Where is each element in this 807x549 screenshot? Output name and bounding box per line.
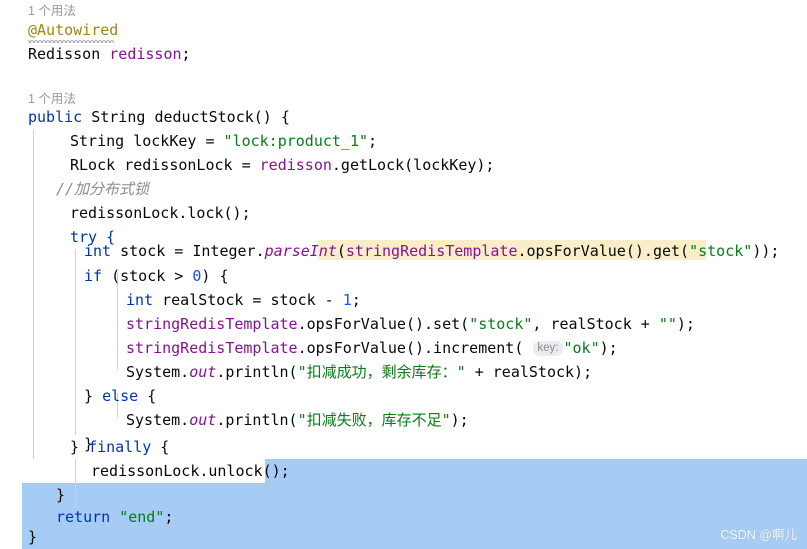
else-keyword: else [102,387,139,405]
selection-highlight-partial-line [265,459,807,483]
set-stock-line: stringRedisTemplate.opsForValue().set("s… [126,312,695,336]
finally-close-brace: } [70,438,89,456]
method-open-brace: { [280,108,290,126]
int-keyword-stock: int [84,242,112,260]
lockkey-equals: = [205,132,215,150]
method-signature-line: public String deductStock() { [28,105,290,129]
close-method-brace-line: } [28,528,38,546]
println-fail-tail: ); [450,411,469,429]
rlock-type: RLock [70,156,116,174]
opsforvalue-get-call: .opsForValue().get( [517,242,690,260]
field-semicolon: ; [181,45,191,63]
increment-line: stringRedisTemplate.opsForValue().increm… [126,336,618,360]
empty-string-literal: "" [658,315,677,333]
lock-comment-line: //加分布式锁 [56,180,150,198]
indent-guide-level-2b [75,459,76,507]
if-condition-post: ) { [201,267,229,285]
csdn-watermark: CSDN @啊儿 [720,528,797,542]
increment-line-end: ); [599,339,618,357]
opsforvalue-set-call: .opsForValue().set( [297,315,470,333]
method-params: () [253,108,272,126]
success-message-string: "扣减成功，剩余库存：" [297,363,466,381]
println-call-2: .println( [216,411,298,429]
stringredistemplate-field-2: stringRedisTemplate [126,315,298,333]
println-success-line: System.out.println("扣减成功，剩余库存：" + realSt… [126,360,592,384]
rlock-name: redissonLock [124,156,233,174]
warning-squiggle-underline [28,40,114,43]
stringredistemplate-field-3: stringRedisTemplate [126,339,298,357]
annotation-line: @Autowired [28,18,118,42]
get-close-paren: ) [752,242,762,260]
stock-line-tail: ); [761,242,780,260]
return-type: String [91,108,146,126]
system-prefix-2: System. [126,411,190,429]
realstock-semicolon: ; [351,291,361,309]
lockkey-value-string: "lock:product_1" [223,132,369,150]
indent-guide-level-2 [75,249,76,435]
finally-line: } finally { [70,435,169,459]
return-keyword: return [56,508,111,526]
lock-call-line: redissonLock.lock(); [70,204,251,222]
modifier-keyword: public [28,108,83,126]
system-out-field-2: out [189,411,217,429]
println-fail-line: System.out.println("扣减失败，库存不足"); [126,408,469,432]
field-type: Redisson [28,45,101,63]
rlock-declaration-line: RLock redissonLock = redisson.getLock(lo… [70,153,494,177]
println-call-1: .println( [216,363,298,381]
rlock-equals: = [241,156,251,174]
realstock-expression: realStock = stock - [153,291,343,309]
indent-guide-level-1 [33,129,34,459]
set-line-end: ); [676,315,695,333]
lockkey-type: String [70,132,125,150]
stock-parse-line: int stock = Integer.parseInt(stringRedis… [84,240,779,264]
system-out-field-1: out [189,363,217,381]
return-statement-line: return "end"; [56,505,173,529]
parseint-open-paren: ( [336,242,346,260]
close-finally-brace-line: } [56,486,66,504]
autowired-annotation[interactable]: @Autowired [28,21,118,39]
return-semicolon: ; [164,508,174,526]
else-line: } else { [84,384,156,408]
int-keyword-realstock: int [126,291,154,309]
getlock-call: .getLock(lockKey); [331,156,495,174]
system-prefix-1: System. [126,363,190,381]
stock-key-string-2: "stock" [469,315,533,333]
inline-parameter-hint-key[interactable]: key: [533,341,563,356]
stringredistemplate-field-1: stringRedisTemplate [345,242,518,260]
lockkey-name: lockKey [133,132,197,150]
method-name: deductStock [154,108,254,126]
end-string-literal: "end" [110,508,165,526]
if-condition-pre: (stock > [102,267,193,285]
stock-assign: stock = Integer. [120,242,265,260]
finally-keyword: finally [88,438,152,456]
field-name: redisson [109,45,182,63]
redisson-field-ref: redisson [259,156,332,174]
set-args-mid: , realStock + [532,315,659,333]
code-editor[interactable]: 1 个用法 @Autowired Redisson redisson; 1 个用… [0,0,807,549]
else-close-brace: } [84,387,103,405]
if-condition-line: if (stock > 0) { [84,264,229,288]
unlock-call-line: redissonLock.unlock(); [91,462,290,480]
if-keyword: if [84,267,103,285]
realstock-declaration-line: int realStock = stock - 1; [126,288,361,312]
lockkey-semicolon: ; [368,132,378,150]
fail-message-string: "扣减失败，库存不足" [297,411,451,429]
parseint-method: parseInt [264,242,337,260]
opsforvalue-increment-call: .opsForValue().increment( [297,339,533,357]
lockkey-declaration-line: String lockKey = "lock:product_1"; [70,129,377,153]
ok-key-string: "ok" [563,339,600,357]
finally-open-brace: { [151,438,170,456]
else-open-brace: { [138,387,157,405]
one-literal: 1 [342,291,352,309]
println-success-tail: + realStock); [465,363,593,381]
field-declaration-line: Redisson redisson; [28,42,191,66]
stock-key-string-1: "stock" [689,242,753,260]
